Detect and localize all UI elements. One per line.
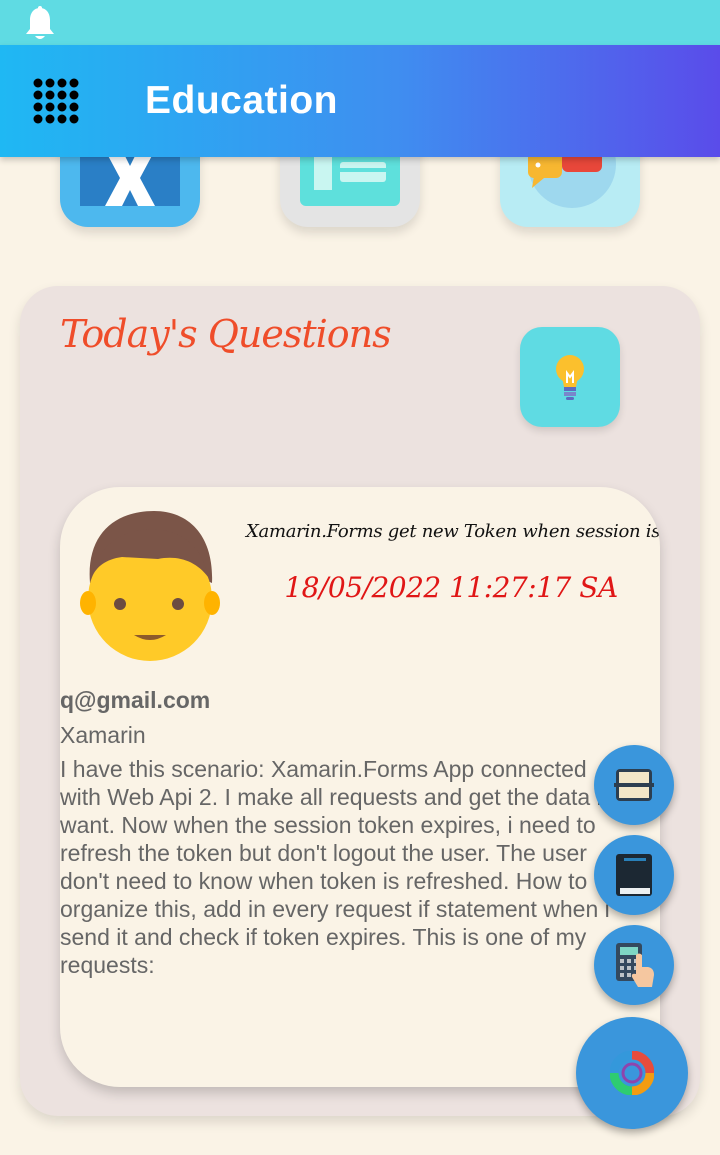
app-title: Education <box>145 79 339 122</box>
scanner-icon <box>614 769 654 801</box>
lightbulb-icon <box>556 355 584 400</box>
question-date: 18/05/2022 11:27:17 SA <box>284 571 618 604</box>
calculator-icon <box>616 943 654 987</box>
question-author-email: q@gmail.com <box>60 687 211 713</box>
question-body: I have this scenario: Xamarin.Forms App … <box>60 756 610 978</box>
card-heading: Today's Questions <box>60 312 392 356</box>
todays-questions-card: Today's Questions Xamarin.Forms get new … <box>20 286 700 1116</box>
status-bar <box>0 0 720 45</box>
question-item[interactable]: Xamarin.Forms get new Token when session… <box>60 487 660 1087</box>
calculator-button[interactable] <box>594 925 674 1005</box>
question-tag: Xamarin <box>60 722 146 748</box>
bell-icon <box>26 6 54 39</box>
ask-question-button[interactable] <box>520 327 620 427</box>
grid-menu-icon[interactable] <box>28 75 84 127</box>
scanner-button[interactable] <box>594 745 674 825</box>
user-avatar-icon <box>80 511 220 661</box>
colorful-ring-icon <box>610 1051 654 1095</box>
question-title: Xamarin.Forms get new Token when session… <box>246 521 660 542</box>
book-button[interactable] <box>594 835 674 915</box>
main-action-button[interactable] <box>576 1017 688 1129</box>
book-icon <box>616 854 652 896</box>
app-bar: Education <box>0 45 720 157</box>
